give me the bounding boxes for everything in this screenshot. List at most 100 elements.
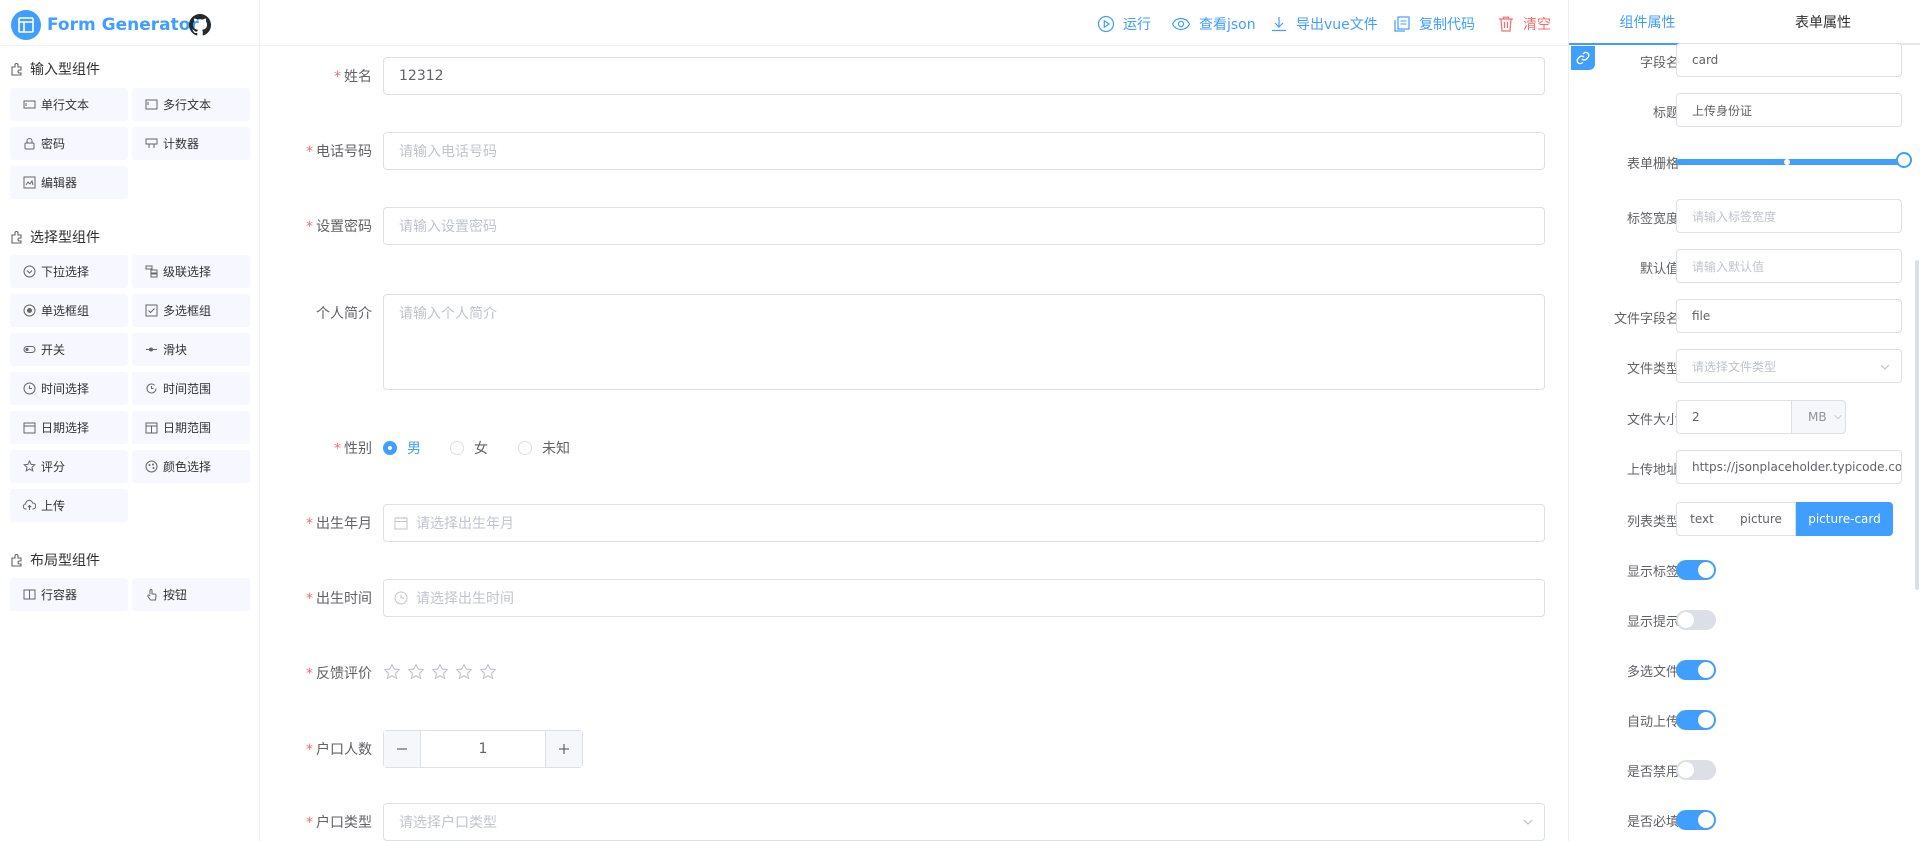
gender-radio-female[interactable]: 女 — [450, 438, 488, 458]
component-number[interactable]: 计数器 — [132, 127, 250, 160]
component-time[interactable]: 时间选择 — [10, 372, 128, 405]
component-row[interactable]: 行容器 — [10, 578, 128, 611]
copy-code-button[interactable]: 复制代码 — [1393, 14, 1475, 34]
field-label: * 户口类型 — [306, 815, 372, 831]
prop-list-type: 列表类型 text picture picture-card — [1569, 502, 1920, 538]
logo-icon — [11, 10, 41, 40]
component-group-icon — [11, 63, 22, 76]
star-icon[interactable] — [455, 663, 473, 681]
component-rate[interactable]: 评分 — [10, 450, 128, 483]
file-type-select[interactable]: 请选择文件类型 — [1676, 349, 1902, 383]
field-label: * 电话号码 — [306, 144, 372, 160]
list-type-picture[interactable]: picture — [1727, 502, 1796, 536]
label-width-input[interactable]: 请输入标签宽度 — [1676, 199, 1902, 233]
radio-icon — [518, 441, 532, 455]
field-label: * 户口人数 — [306, 742, 372, 758]
run-button[interactable]: 运行 — [1097, 14, 1151, 34]
component-slider[interactable]: 滑块 — [132, 333, 250, 366]
file-size-input[interactable]: 2 — [1676, 400, 1792, 434]
household-count-stepper[interactable]: 1 — [383, 730, 583, 768]
slider-handle[interactable] — [1896, 152, 1912, 168]
component-radio[interactable]: 单选框组 — [10, 294, 128, 327]
prop-auto-upload: 自动上传 — [1569, 702, 1920, 738]
view-json-button[interactable]: 查看json — [1171, 14, 1256, 34]
clear-button[interactable]: 清空 — [1497, 14, 1551, 34]
copy-icon — [1394, 16, 1410, 32]
prop-show-tip: 显示提示 — [1569, 602, 1920, 638]
trash-icon — [1499, 16, 1513, 32]
star-icon[interactable] — [431, 663, 449, 681]
prop-required: 是否必填 — [1569, 802, 1920, 838]
divider — [0, 45, 259, 46]
household-type-select[interactable]: 请选择户口类型 — [383, 803, 1545, 841]
export-vue-button[interactable]: 导出vue文件 — [1270, 14, 1378, 34]
field-name-input[interactable]: card — [1676, 43, 1902, 77]
github-icon[interactable] — [189, 14, 211, 36]
component-editor[interactable]: 编辑器 — [10, 166, 128, 199]
form-canvas: * 姓名 12312 * 电话号码 请输入电话号码 * 设置密码 请输入设置密码 个人… — [260, 46, 1568, 841]
component-date-range[interactable]: 日期范围 — [132, 411, 250, 444]
group-title-select: 选择型组件 — [10, 227, 100, 247]
date-range-icon — [144, 421, 158, 435]
cascader-icon — [144, 265, 158, 279]
checkbox-icon — [144, 304, 158, 318]
multiple-switch[interactable] — [1676, 660, 1716, 680]
textarea-icon — [144, 98, 158, 112]
prop-span: 表单栅格 — [1569, 144, 1920, 180]
bio-textarea[interactable]: 请输入个人简介 — [383, 294, 1545, 390]
component-select[interactable]: 下拉选择 — [10, 255, 128, 288]
component-time-range[interactable]: 时间范围 — [132, 372, 250, 405]
radio-icon — [22, 304, 36, 318]
minus-icon — [397, 748, 407, 750]
component-button[interactable]: 按钮 — [132, 578, 250, 611]
list-type-picture-card[interactable]: picture-card — [1796, 502, 1893, 536]
password-input[interactable]: 请输入设置密码 — [383, 207, 1545, 245]
component-cascader[interactable]: 级联选择 — [132, 255, 250, 288]
component-date[interactable]: 日期选择 — [10, 411, 128, 444]
list-type-text[interactable]: text — [1676, 502, 1728, 536]
component-upload[interactable]: 上传 — [10, 489, 128, 522]
increment-button[interactable] — [545, 731, 582, 767]
birth-time-picker[interactable]: 请选择出生时间 — [383, 579, 1545, 617]
star-icon[interactable] — [383, 663, 401, 681]
component-textarea[interactable]: 多行文本 — [132, 88, 250, 121]
birth-month-picker[interactable]: 请选择出生年月 — [383, 504, 1545, 542]
tab-component-props[interactable]: 组件属性 — [1569, 0, 1726, 43]
number-icon — [144, 137, 158, 151]
tab-form-props[interactable]: 表单属性 — [1726, 0, 1920, 43]
star-icon[interactable] — [479, 663, 497, 681]
component-password[interactable]: 密码 — [10, 127, 128, 160]
phone-input[interactable]: 请输入电话号码 — [383, 132, 1545, 170]
field-label: * 出生年月 — [306, 516, 372, 532]
slider-icon — [144, 343, 158, 357]
button-icon — [144, 588, 158, 602]
file-size-unit-select[interactable]: MB — [1791, 400, 1846, 434]
star-icon[interactable] — [407, 663, 425, 681]
disabled-switch[interactable] — [1676, 760, 1716, 780]
field-label: * 性别 — [334, 441, 372, 457]
component-checkbox[interactable]: 多选框组 — [132, 294, 250, 327]
gender-radio-unknown[interactable]: 未知 — [518, 438, 570, 458]
scrollbar[interactable] — [1915, 260, 1919, 590]
component-switch[interactable]: 开关 — [10, 333, 128, 366]
title-input[interactable]: 上传身份证 — [1676, 93, 1902, 127]
gender-radio-male[interactable]: 男 — [383, 438, 421, 458]
show-tip-switch[interactable] — [1676, 610, 1716, 630]
prop-label-width: 标签宽度 请输入标签宽度 — [1569, 199, 1920, 235]
file-field-input[interactable]: file — [1676, 299, 1902, 333]
component-color[interactable]: 颜色选择 — [132, 450, 250, 483]
chevron-down-icon — [1833, 414, 1842, 420]
component-input[interactable]: 单行文本 — [10, 88, 128, 121]
stepper-value[interactable]: 1 — [421, 731, 545, 767]
decrement-button[interactable] — [384, 731, 421, 767]
auto-upload-switch[interactable] — [1676, 710, 1716, 730]
field-label: * 反馈评价 — [306, 666, 372, 682]
show-label-switch[interactable] — [1676, 560, 1716, 580]
name-input[interactable]: 12312 — [383, 57, 1545, 95]
default-value-input[interactable]: 请输入默认值 — [1676, 249, 1902, 283]
play-icon — [1097, 15, 1115, 33]
select-icon — [22, 265, 36, 279]
color-icon — [144, 460, 158, 474]
upload-url-input[interactable]: https://jsonplaceholder.typicode.com — [1676, 450, 1902, 484]
required-switch[interactable] — [1676, 810, 1716, 830]
